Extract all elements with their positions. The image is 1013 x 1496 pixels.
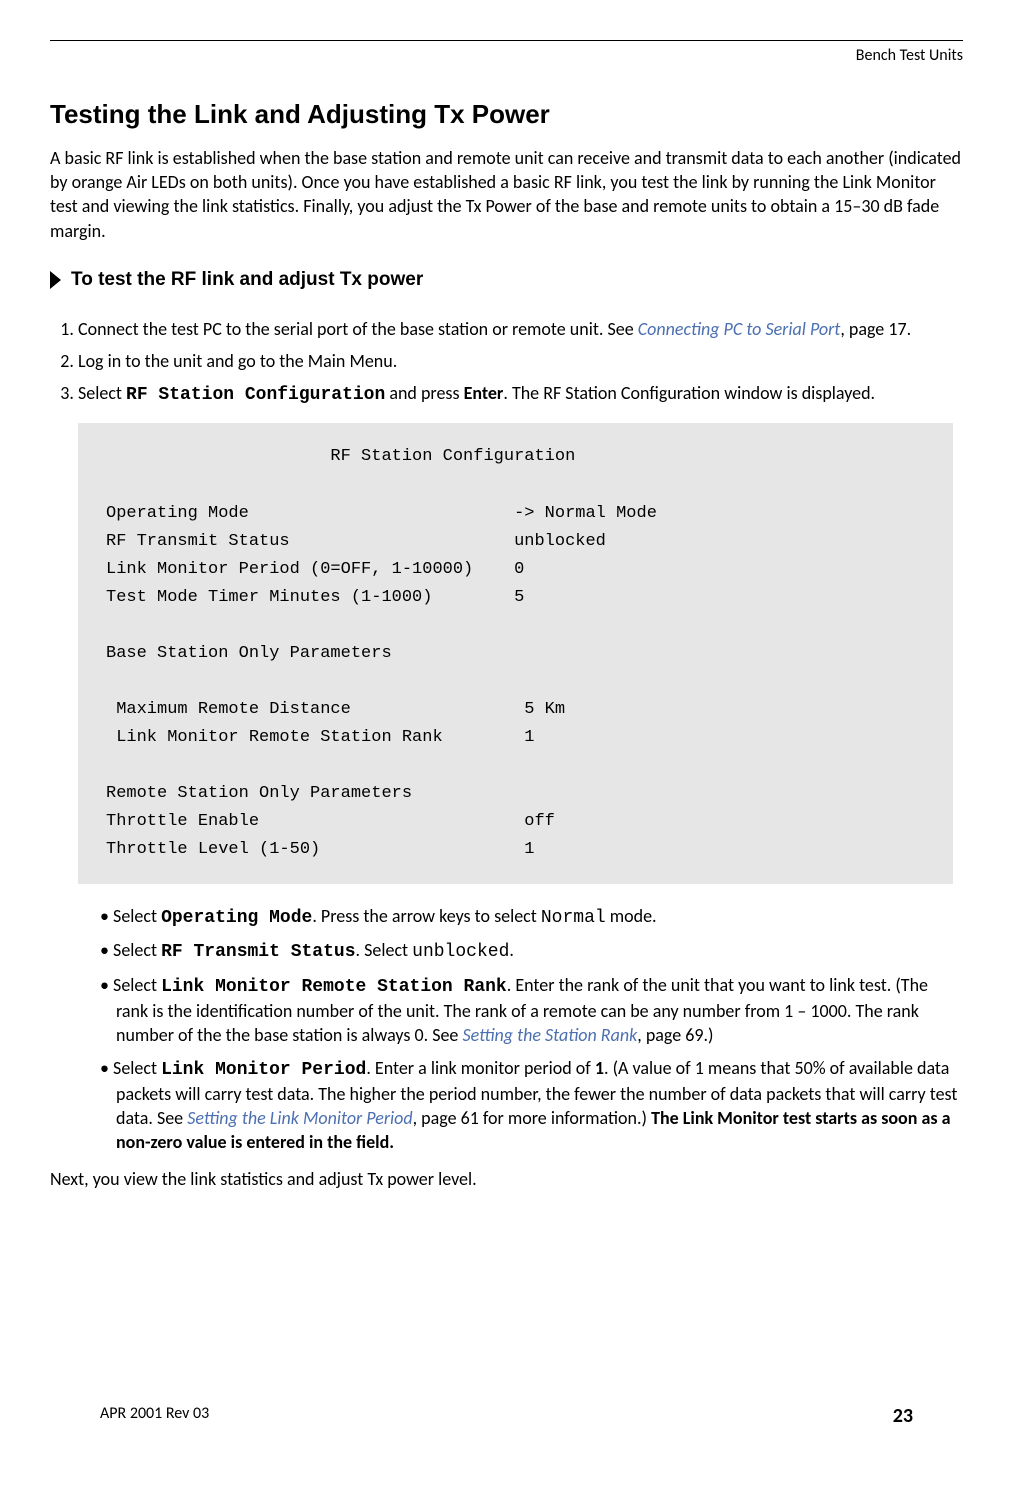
- step-text: . The RF Station Configuration window is…: [503, 382, 875, 404]
- bold-value: 1: [595, 1057, 604, 1079]
- link-connecting-pc[interactable]: Connecting PC to Serial Port: [638, 318, 841, 340]
- bullet-rf-transmit-status: Select RF Transmit Status. Select unbloc…: [100, 938, 963, 964]
- field-name: Link Monitor Period: [161, 1060, 366, 1080]
- arrow-right-icon: [50, 271, 61, 289]
- bullet-text: . Enter a link monitor period of: [366, 1057, 595, 1079]
- link-monitor-period[interactable]: Setting the Link Monitor Period: [187, 1107, 412, 1129]
- bullet-text: Select: [113, 905, 161, 927]
- field-name: RF Transmit Status: [161, 942, 355, 962]
- field-value: Normal: [541, 908, 606, 928]
- bullet-text: Select: [113, 939, 161, 961]
- procedure-heading: To test the RF link and adjust Tx power: [50, 267, 963, 293]
- intro-paragraph: A basic RF link is established when the …: [50, 146, 963, 243]
- bullet-text: , page 69.): [637, 1024, 713, 1046]
- step-text: , page 17.: [840, 318, 911, 340]
- bullet-link-monitor-period: Select Link Monitor Period. Enter a link…: [100, 1056, 963, 1155]
- bullet-remote-station-rank: Select Link Monitor Remote Station Rank.…: [100, 973, 963, 1048]
- closing-paragraph: Next, you view the link statistics and a…: [50, 1167, 963, 1191]
- step-text: Select: [78, 382, 126, 404]
- bullet-text: . Press the arrow keys to select: [312, 905, 541, 927]
- bullet-text: , page 61 for more information.): [413, 1107, 651, 1129]
- bullet-text: . Select: [356, 939, 413, 961]
- steps-list: Connect the test PC to the serial port o…: [50, 317, 963, 408]
- bullet-text: .: [509, 939, 514, 961]
- bullet-text: Select: [113, 974, 161, 996]
- sub-bullets: Select Operating Mode. Press the arrow k…: [50, 904, 963, 1155]
- header-rule: [50, 40, 963, 41]
- bullet-text: Select: [113, 1057, 161, 1079]
- step-1: Connect the test PC to the serial port o…: [78, 317, 963, 341]
- step-3: Select RF Station Configuration and pres…: [78, 381, 963, 407]
- page-footer: APR 2001 Rev 03 23: [100, 1403, 913, 1430]
- field-value: unblocked: [412, 942, 509, 962]
- running-head: Bench Test Units: [50, 45, 963, 67]
- step-text: Connect the test PC to the serial port o…: [78, 318, 638, 340]
- enter-key: Enter: [464, 382, 504, 404]
- step-text: and press: [385, 382, 463, 404]
- footer-date: APR 2001 Rev 03: [100, 1403, 209, 1430]
- page-title: Testing the Link and Adjusting Tx Power: [50, 97, 963, 132]
- terminal-screenshot: RF Station Configuration Operating Mode …: [78, 423, 953, 884]
- field-name: Link Monitor Remote Station Rank: [161, 977, 507, 997]
- bullet-text: mode.: [606, 905, 657, 927]
- step-2: Log in to the unit and go to the Main Me…: [78, 349, 963, 373]
- page-number: 23: [893, 1403, 913, 1430]
- menu-command: RF Station Configuration: [126, 385, 385, 405]
- procedure-label: To test the RF link and adjust Tx power: [71, 267, 423, 293]
- field-name: Operating Mode: [161, 908, 312, 928]
- link-station-rank[interactable]: Setting the Station Rank: [462, 1024, 637, 1046]
- bullet-operating-mode: Select Operating Mode. Press the arrow k…: [100, 904, 963, 930]
